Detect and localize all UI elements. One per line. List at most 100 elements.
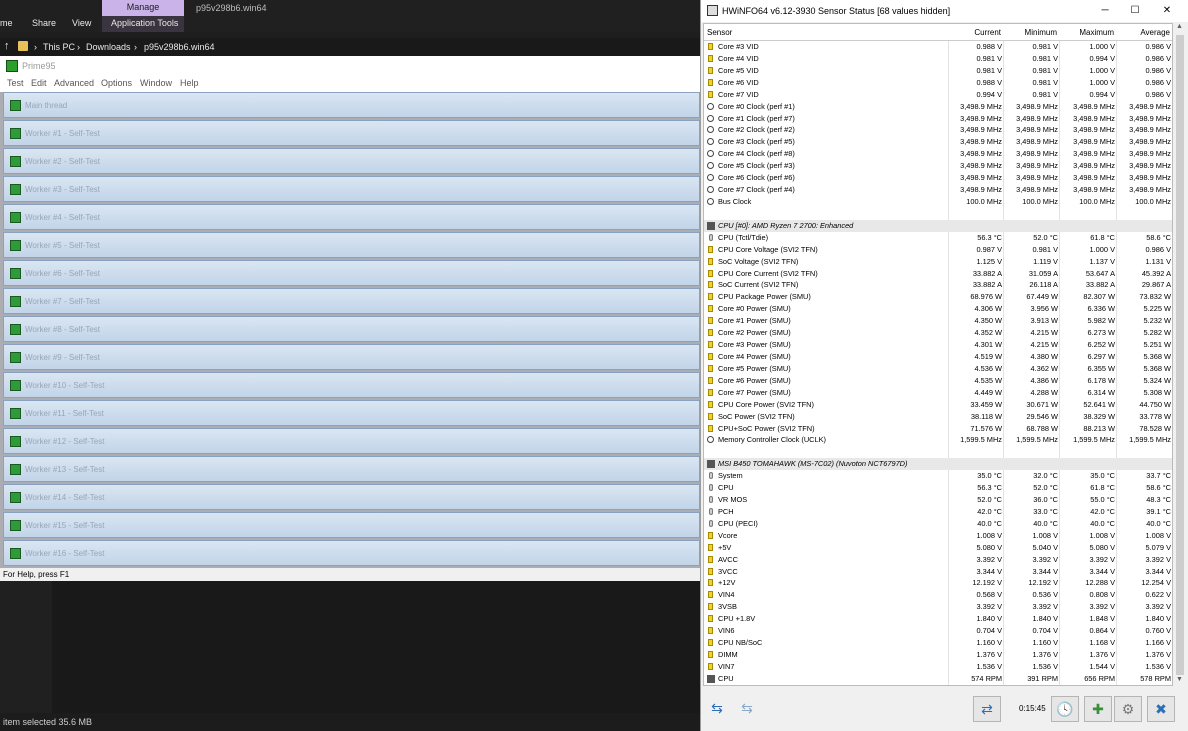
sensor-row[interactable]: Core #2 Clock (perf #2) 3,498.9 MHz 3,498.… [704, 124, 1172, 136]
header-average[interactable]: Average [1140, 28, 1170, 37]
sensor-row[interactable]: Core #2 Power (SMU) 4.352 W 4.215 W 6.273 W… [704, 327, 1172, 339]
sensor-row[interactable]: Core #4 Power (SMU) 4.519 W 4.380 W 6.297 W… [704, 351, 1172, 363]
sensor-row[interactable]: +12V 12.192 V 12.192 V 12.288 V 12.254 V [704, 577, 1172, 589]
arrows-left-right-disabled-icon[interactable]: ⇆ [733, 696, 761, 722]
ribbon-tab-manage[interactable]: Manage [102, 0, 184, 16]
sensor-group-header[interactable]: CPU [#0]: AMD Ryzen 7 2700: Enhanced [704, 219, 1172, 232]
sensor-row[interactable]: Core #5 Power (SMU) 4.536 W 4.362 W 6.355 W… [704, 363, 1172, 375]
sensor-row[interactable]: Core #4 VID 0.981 V 0.981 V 0.994 V 0.986 V [704, 53, 1172, 65]
worker-window[interactable]: Worker #1 - Self-Test [3, 120, 700, 146]
sensor-row[interactable]: Core #7 Power (SMU) 4.449 W 4.288 W 6.314 W… [704, 387, 1172, 399]
sensor-row[interactable]: Core #6 Power (SMU) 4.535 W 4.386 W 6.178 W… [704, 375, 1172, 387]
breadcrumb-downloads[interactable]: Downloads [86, 42, 131, 52]
sensor-row[interactable]: Core #0 Clock (perf #1) 3,498.9 MHz 3,498.… [704, 101, 1172, 113]
worker-window[interactable]: Main thread [3, 92, 700, 118]
scroll-up-icon[interactable]: ▲ [1176, 23, 1183, 30]
up-arrow-icon[interactable]: ↑ [4, 40, 10, 52]
worker-window[interactable]: Worker #3 - Self-Test [3, 176, 700, 202]
sensor-row[interactable]: CPU 56.3 °C 52.0 °C 61.8 °C 58.6 °C [704, 482, 1172, 494]
breadcrumb-this-pc[interactable]: This PC [43, 42, 75, 52]
sensor-row[interactable]: Core #3 Clock (perf #5) 3,498.9 MHz 3,498.… [704, 136, 1172, 148]
network-icon[interactable]: ⇄ [973, 696, 1001, 722]
explorer-file-list[interactable] [0, 580, 700, 713]
sensor-row[interactable]: Core #5 VID 0.981 V 0.981 V 1.000 V 0.986 V [704, 65, 1172, 77]
worker-window[interactable]: Worker #16 - Self-Test [3, 540, 700, 566]
clock-icon[interactable]: 🕓 [1051, 696, 1079, 722]
sensor-row[interactable]: +5V 5.080 V 5.040 V 5.080 V 5.079 V [704, 542, 1172, 554]
sensor-row[interactable]: Vcore 1.008 V 1.008 V 1.008 V 1.008 V [704, 530, 1172, 542]
sensor-row[interactable]: Core #1 Clock (perf #7) 3,498.9 MHz 3,498.… [704, 113, 1172, 125]
sensor-row[interactable]: CPU Core Power (SVI2 TFN) 33.459 W 30.671 … [704, 399, 1172, 411]
sensor-row[interactable]: System 35.0 °C 32.0 °C 35.0 °C 33.7 °C [704, 470, 1172, 482]
sensor-row[interactable]: Core #0 Power (SMU) 4.306 W 3.956 W 6.336 W… [704, 303, 1172, 315]
sensor-row[interactable]: Core #7 VID 0.994 V 0.981 V 0.994 V 0.986 V [704, 89, 1172, 101]
sensor-row[interactable]: CPU (PECI) 40.0 °C 40.0 °C 40.0 °C 40.0 °C [704, 518, 1172, 530]
sensor-row[interactable]: Core #1 Power (SMU) 4.350 W 3.913 W 5.982 W… [704, 315, 1172, 327]
menu-options[interactable]: Options [101, 78, 132, 88]
header-current[interactable]: Current [974, 28, 1001, 37]
ribbon-tab-share[interactable]: Share [32, 18, 56, 28]
sensor-row[interactable]: Core #6 Clock (perf #6) 3,498.9 MHz 3,498.… [704, 172, 1172, 184]
worker-window[interactable]: Worker #10 - Self-Test [3, 372, 700, 398]
ribbon-tab-view[interactable]: View [72, 18, 91, 28]
worker-window[interactable]: Worker #14 - Self-Test [3, 484, 700, 510]
menu-test[interactable]: Test [7, 78, 24, 88]
sensor-row[interactable]: SoC Voltage (SVI2 TFN) 1.125 V 1.119 V 1.13… [704, 256, 1172, 268]
sensor-row[interactable]: PCH 42.0 °C 33.0 °C 42.0 °C 39.1 °C [704, 506, 1172, 518]
header-maximum[interactable]: Maximum [1079, 28, 1114, 37]
menu-edit[interactable]: Edit [31, 78, 47, 88]
worker-window[interactable]: Worker #6 - Self-Test [3, 260, 700, 286]
explorer-nav-pane[interactable] [0, 580, 52, 713]
prime95-titlebar[interactable]: Prime95 [0, 56, 700, 76]
ribbon-tab-application-tools[interactable]: Application Tools [111, 18, 178, 28]
sensor-row[interactable]: SoC Current (SVI2 TFN) 33.882 A 26.118 A 33… [704, 279, 1172, 291]
sensor-row[interactable]: Core #6 VID 0.988 V 0.981 V 1.000 V 0.986 V [704, 77, 1172, 89]
worker-window[interactable]: Worker #11 - Self-Test [3, 400, 700, 426]
sensor-row[interactable]: Memory Controller Clock (UCLK) 1,599.5 MH… [704, 434, 1172, 446]
worker-window[interactable]: Worker #7 - Self-Test [3, 288, 700, 314]
menu-help[interactable]: Help [180, 78, 199, 88]
sensor-row[interactable]: SoC Power (SVI2 TFN) 38.118 W 29.546 W 38.3… [704, 411, 1172, 423]
sensor-row[interactable]: CPU Core Current (SVI2 TFN) 33.882 A 31.05… [704, 268, 1172, 280]
minimize-button[interactable]: ─ [1097, 3, 1113, 19]
sensor-row[interactable]: Core #4 Clock (perf #8) 3,498.9 MHz 3,498.… [704, 148, 1172, 160]
sensor-row[interactable]: VR MOS 52.0 °C 36.0 °C 55.0 °C 48.3 °C [704, 494, 1172, 506]
worker-window[interactable]: Worker #9 - Self-Test [3, 344, 700, 370]
close-button[interactable]: ✕ [1159, 3, 1175, 19]
sensor-row[interactable]: CPU Core Voltage (SVI2 TFN) 0.987 V 0.981 … [704, 244, 1172, 256]
sensor-row[interactable]: Core #3 Power (SMU) 4.301 W 4.215 W 6.252 W… [704, 339, 1172, 351]
sensor-group-header[interactable]: MSI B450 TOMAHAWK (MS-7C02) (Nuvoton NCT… [704, 458, 1172, 471]
worker-window[interactable]: Worker #4 - Self-Test [3, 204, 700, 230]
sensor-row[interactable]: VIN6 0.704 V 0.704 V 0.864 V 0.760 V [704, 625, 1172, 637]
breadcrumb-folder[interactable]: p95v298b6.win64 [144, 42, 215, 52]
sensor-row[interactable]: CPU 574 RPM 391 RPM 656 RPM 578 RPM [704, 673, 1172, 685]
worker-window[interactable]: Worker #2 - Self-Test [3, 148, 700, 174]
menu-advanced[interactable]: Advanced [54, 78, 94, 88]
maximize-button[interactable]: ☐ [1127, 3, 1143, 19]
sensor-row[interactable]: CPU +1.8V 1.840 V 1.840 V 1.848 V 1.840 V [704, 613, 1172, 625]
worker-window[interactable]: Worker #8 - Self-Test [3, 316, 700, 342]
sensor-row[interactable]: CPU NB/SoC 1.160 V 1.160 V 1.168 V 1.166 V [704, 637, 1172, 649]
add-report-icon[interactable]: ✚ [1084, 696, 1112, 722]
arrows-left-right-icon[interactable]: ⇆ [703, 696, 731, 722]
gear-icon[interactable]: ⚙ [1114, 696, 1142, 722]
ribbon-tab-home[interactable]: me [0, 18, 13, 28]
address-bar[interactable]: ↑ › This PC › Downloads › p95v298b6.win6… [0, 38, 700, 56]
sensor-row[interactable]: VIN7 1.536 V 1.536 V 1.544 V 1.536 V [704, 661, 1172, 673]
scrollbar-thumb[interactable] [1176, 35, 1184, 675]
sensor-row[interactable]: 3VSB 3.392 V 3.392 V 3.392 V 3.392 V [704, 601, 1172, 613]
sensor-row[interactable]: DIMM 1.376 V 1.376 V 1.376 V 1.376 V [704, 649, 1172, 661]
sensor-row[interactable]: Core #3 VID 0.988 V 0.981 V 1.000 V 0.986 V [704, 41, 1172, 53]
sensor-row[interactable]: 3VCC 3.344 V 3.344 V 3.344 V 3.344 V [704, 566, 1172, 578]
header-sensor[interactable]: Sensor [707, 28, 732, 37]
sensor-row[interactable]: Core #5 Clock (perf #3) 3,498.9 MHz 3,498.… [704, 160, 1172, 172]
worker-window[interactable]: Worker #13 - Self-Test [3, 456, 700, 482]
worker-window[interactable]: Worker #12 - Self-Test [3, 428, 700, 454]
sensor-row[interactable]: VIN4 0.568 V 0.536 V 0.808 V 0.622 V [704, 589, 1172, 601]
sensor-row[interactable]: AVCC 3.392 V 3.392 V 3.392 V 3.392 V [704, 554, 1172, 566]
sensor-row[interactable]: CPU Package Power (SMU) 68.976 W 67.449 W 8… [704, 291, 1172, 303]
sensor-row[interactable]: Core #7 Clock (perf #4) 3,498.9 MHz 3,498.… [704, 184, 1172, 196]
sensor-table[interactable]: Sensor Current Minimum Maximum Average C… [703, 23, 1173, 686]
scroll-down-icon[interactable]: ▼ [1176, 676, 1183, 683]
vertical-scrollbar[interactable]: ▲ ▼ [1174, 23, 1186, 686]
